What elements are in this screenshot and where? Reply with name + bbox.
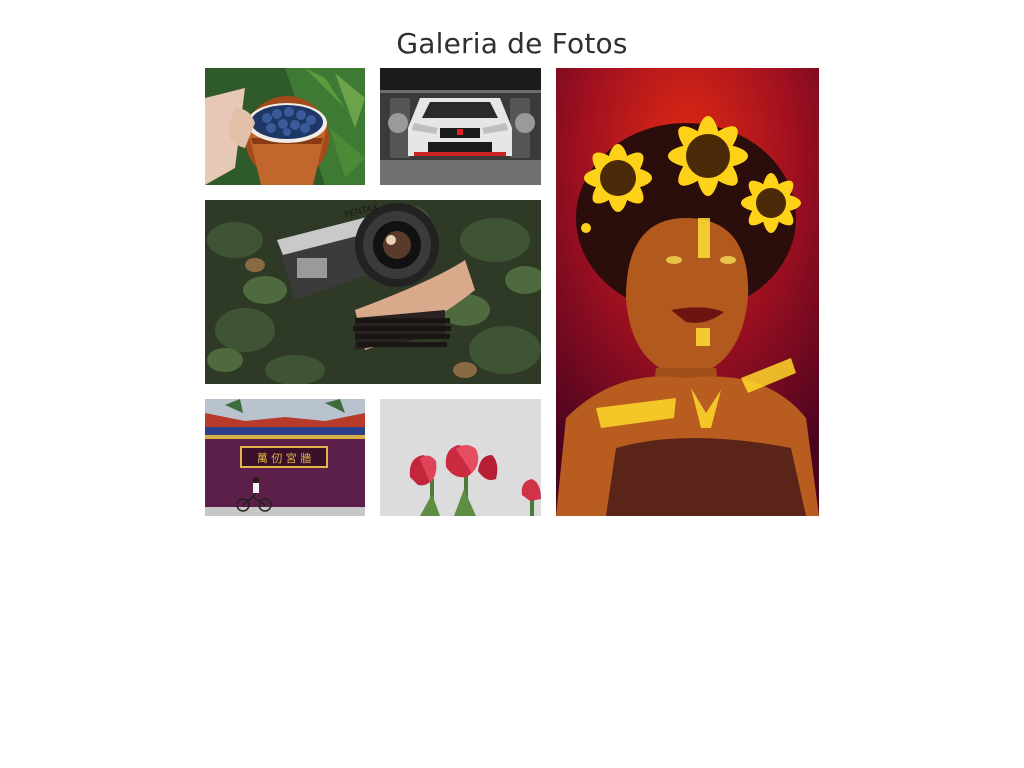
- tulips-image: [380, 399, 541, 516]
- camera-image: PENTAX: [205, 200, 541, 384]
- gallery-page: Galeria de Fotos PENTAX 萬 仞 宮 牆: [0, 0, 1024, 768]
- sunflower-1: [584, 144, 652, 212]
- photo-camera[interactable]: PENTAX: [205, 200, 541, 384]
- car-image: [380, 68, 541, 185]
- blueberries-image: [205, 68, 365, 185]
- sunflower-2: [668, 116, 748, 196]
- photo-sunflower-portrait[interactable]: [556, 68, 819, 516]
- photo-sports-car[interactable]: [380, 68, 541, 185]
- sunflower-3: [741, 173, 801, 233]
- temple-sign-text: 萬 仞 宮 牆: [257, 451, 312, 465]
- photo-blueberries[interactable]: [205, 68, 365, 185]
- photo-tulips[interactable]: [380, 399, 541, 516]
- portrait-image: [556, 68, 819, 516]
- photo-temple[interactable]: 萬 仞 宮 牆: [205, 399, 365, 516]
- temple-image: 萬 仞 宮 牆: [205, 399, 365, 516]
- page-title: Galeria de Fotos: [396, 27, 628, 60]
